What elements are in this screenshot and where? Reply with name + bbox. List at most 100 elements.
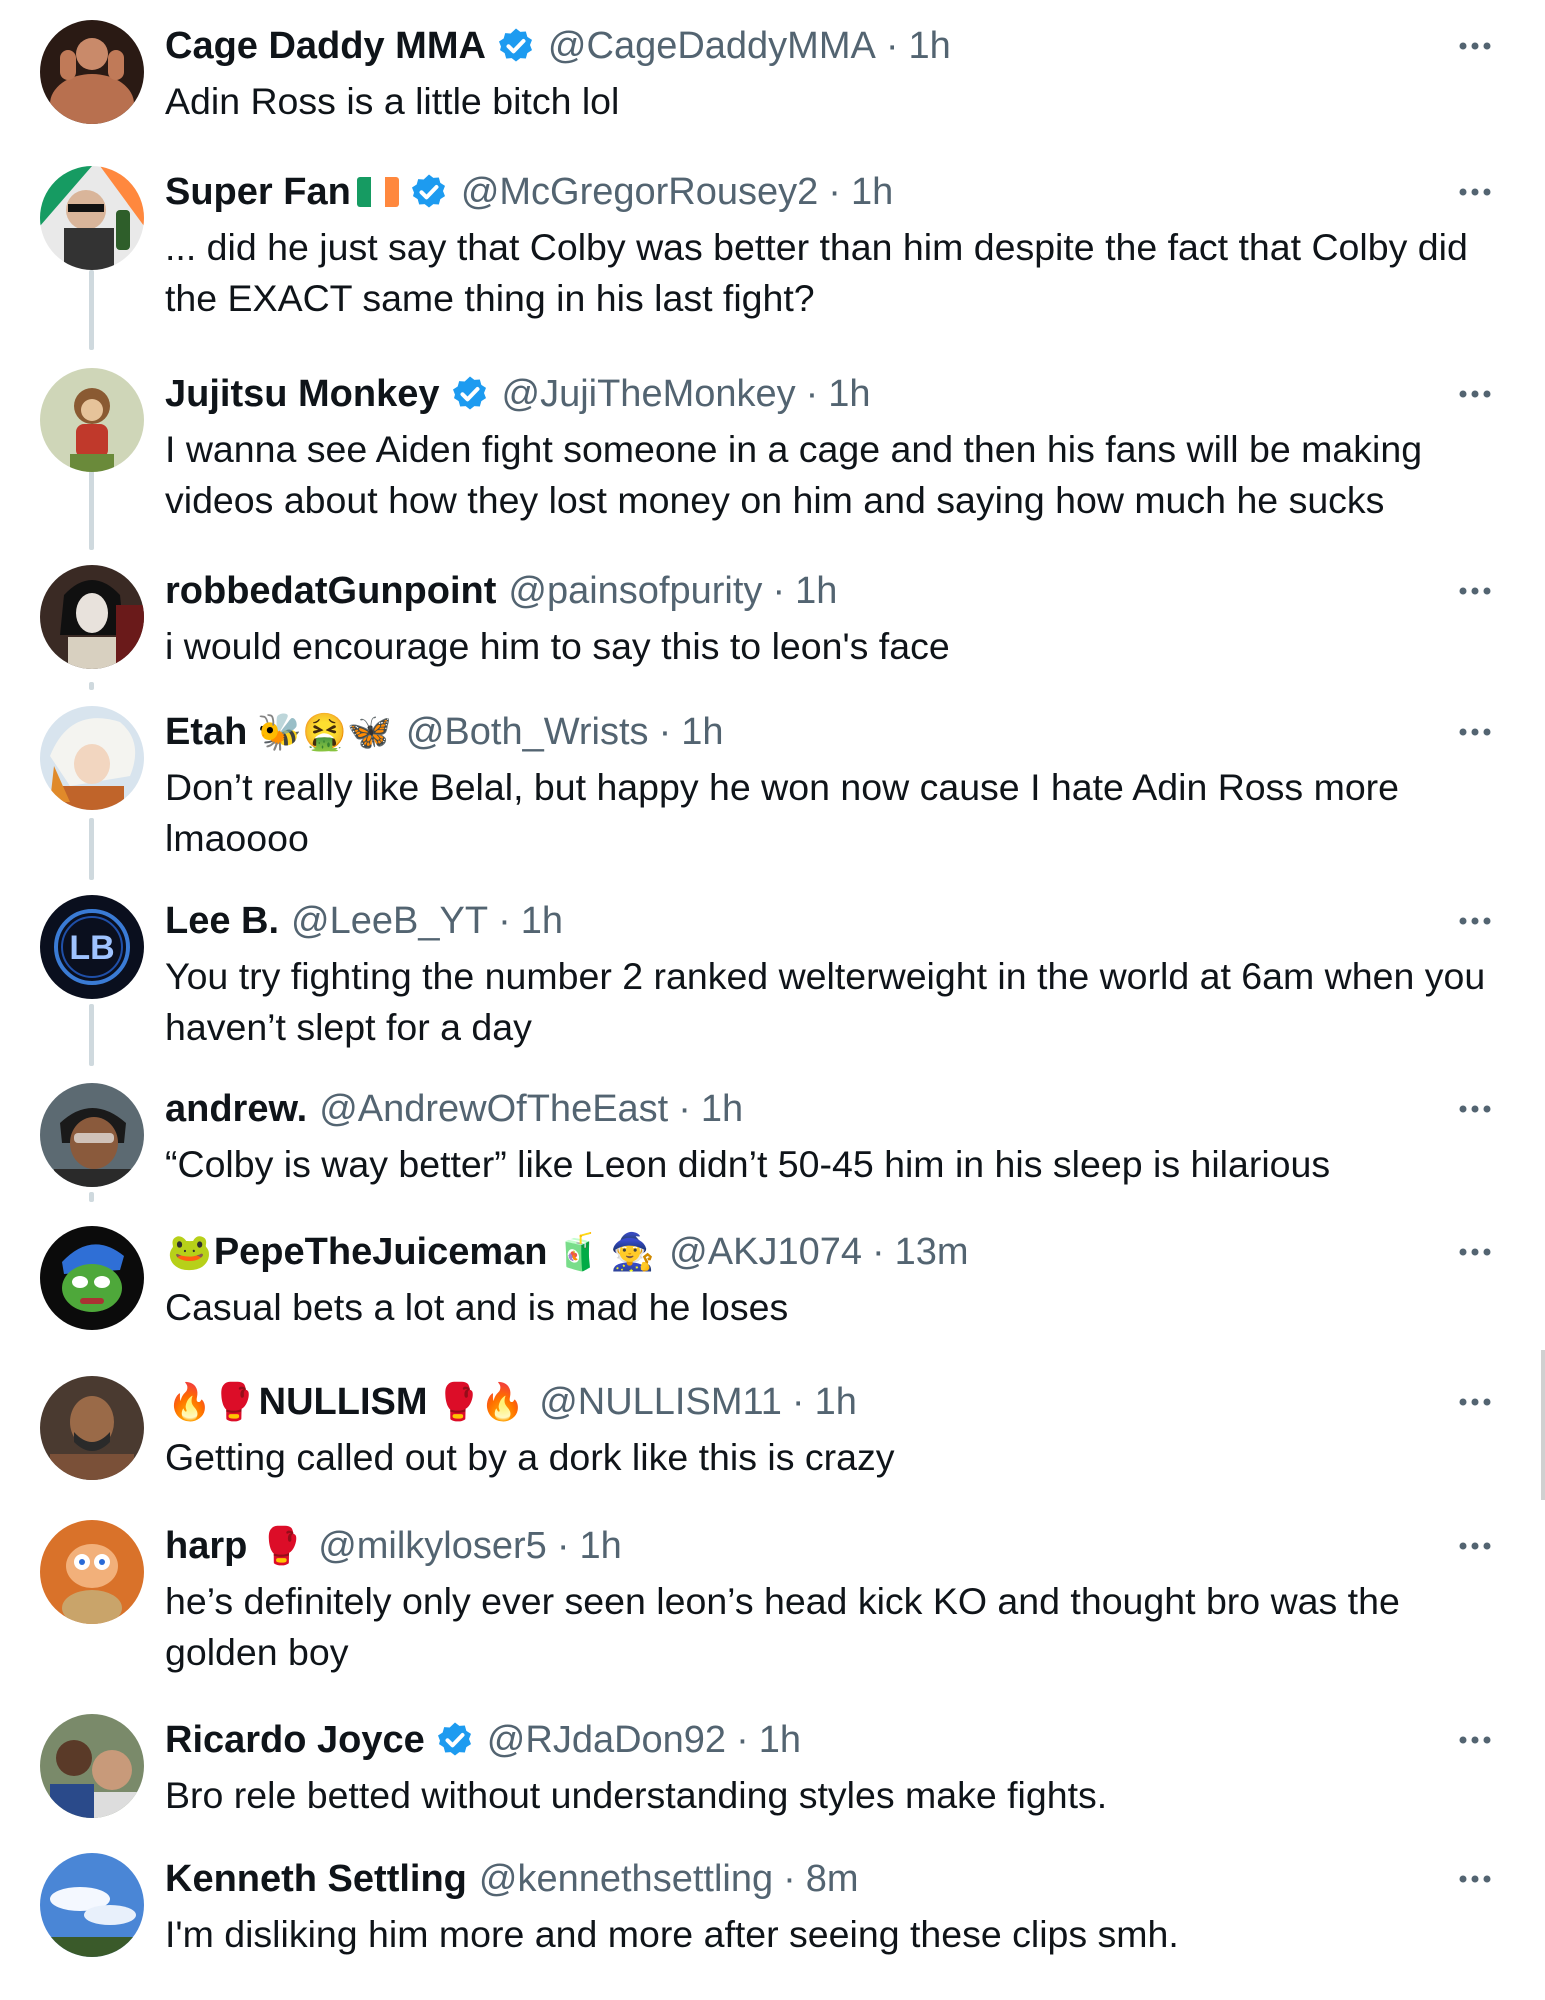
- user-handle[interactable]: @CageDaddyMMA: [548, 20, 876, 72]
- svg-text:LB: LB: [69, 929, 114, 967]
- avatar-group-selfie[interactable]: [40, 1714, 144, 1818]
- display-name[interactable]: NULLISM: [259, 1376, 428, 1428]
- reply-text: I wanna see Aiden fight someone in a cag…: [165, 428, 1423, 521]
- reply-text: Adin Ross is a little bitch lol: [165, 80, 620, 122]
- timestamp[interactable]: 13m: [895, 1226, 969, 1278]
- separator-dot: ·: [828, 171, 841, 213]
- avatar-goth-portrait[interactable]: [40, 565, 144, 669]
- more-horizontal-icon[interactable]: [1455, 1859, 1495, 1899]
- reply-text: i would encourage him to say this to leo…: [165, 625, 950, 667]
- display-name[interactable]: harp: [165, 1520, 247, 1572]
- timestamp[interactable]: 1h: [851, 166, 893, 218]
- display-name[interactable]: Cage Daddy MMA: [165, 20, 486, 72]
- timestamp[interactable]: 1h: [909, 20, 951, 72]
- reply-text: I'm disliking him more and more after se…: [165, 1913, 1179, 1955]
- user-handle[interactable]: @McGregorRousey2: [461, 166, 818, 218]
- avatar-man-glasses[interactable]: [40, 1083, 144, 1187]
- avatar-lb-logo[interactable]: LB: [40, 895, 144, 999]
- reply-text: You try fighting the number 2 ranked wel…: [165, 955, 1486, 1048]
- separator-dot: ·: [871, 1231, 885, 1273]
- avatar-bodybuilder[interactable]: [40, 20, 144, 124]
- display-name[interactable]: PepeTheJuiceman: [214, 1226, 548, 1278]
- thread-line: [89, 270, 94, 350]
- thread-line: [89, 1192, 94, 1202]
- more-horizontal-icon[interactable]: [1455, 712, 1495, 752]
- user-handle[interactable]: @LeeB_YT: [291, 895, 488, 947]
- timestamp[interactable]: 1h: [701, 1083, 743, 1135]
- name-emoji: 🐸: [167, 1231, 212, 1272]
- display-name[interactable]: Lee B.: [165, 895, 279, 947]
- avatar-monkey[interactable]: [40, 368, 144, 472]
- name-emoji: 🧃 🧙: [555, 1231, 656, 1272]
- user-handle[interactable]: @JujiTheMonkey: [502, 368, 796, 420]
- user-handle[interactable]: @painsofpurity: [508, 565, 762, 617]
- verified-badge-icon: [435, 1720, 475, 1760]
- more-horizontal-icon[interactable]: [1455, 571, 1495, 611]
- avatar-cartoon[interactable]: [40, 1520, 144, 1624]
- more-horizontal-icon[interactable]: [1455, 1720, 1495, 1760]
- user-handle[interactable]: @kennethsettling: [479, 1853, 773, 1905]
- separator-dot: ·: [556, 1525, 570, 1567]
- display-name[interactable]: robbedatGunpoint: [165, 565, 496, 617]
- avatar-pepe-frog[interactable]: [40, 1226, 144, 1330]
- display-name[interactable]: andrew.: [165, 1083, 307, 1135]
- reply-feed: Cage Daddy MMA @CageDaddyMMA · 1h Adin R…: [0, 0, 1545, 2000]
- separator-dot: ·: [498, 900, 511, 942]
- separator-dot: ·: [805, 373, 819, 415]
- reply-text: Bro rele betted without understanding st…: [165, 1774, 1108, 1816]
- more-horizontal-icon[interactable]: [1455, 1382, 1495, 1422]
- separator-dot: ·: [772, 570, 786, 612]
- thread-line: [89, 470, 94, 550]
- verified-badge-icon: [450, 374, 490, 414]
- reply-text: ... did he just say that Colby was bette…: [165, 226, 1468, 319]
- timestamp[interactable]: 1h: [681, 706, 723, 758]
- timestamp[interactable]: 1h: [579, 1520, 621, 1572]
- separator-dot: ·: [658, 711, 672, 753]
- more-horizontal-icon[interactable]: [1455, 901, 1495, 941]
- more-horizontal-icon[interactable]: [1455, 1089, 1495, 1129]
- separator-dot: ·: [783, 1858, 796, 1900]
- timestamp[interactable]: 1h: [759, 1714, 801, 1766]
- more-horizontal-icon[interactable]: [1455, 172, 1495, 212]
- reply-text: Don’t really like Belal, but happy he wo…: [165, 766, 1400, 859]
- thread-line: [89, 682, 94, 690]
- verified-badge-icon: [496, 26, 536, 66]
- avatar-sky[interactable]: [40, 1853, 144, 1957]
- display-name[interactable]: Etah: [165, 706, 247, 758]
- user-handle[interactable]: @NULLISM11: [539, 1376, 782, 1428]
- reply-text: “Colby is way better” like Leon didn’t 5…: [165, 1143, 1331, 1185]
- thread-line: [89, 818, 94, 880]
- timestamp[interactable]: 1h: [828, 368, 870, 420]
- avatar-anime-character[interactable]: [40, 706, 144, 810]
- scrollbar[interactable]: [1541, 1350, 1545, 1500]
- display-name[interactable]: Ricardo Joyce: [165, 1714, 425, 1766]
- name-emoji: 🥊: [259, 1525, 305, 1566]
- reply-text: Casual bets a lot and is mad he loses: [165, 1286, 789, 1328]
- name-emoji: 🐝🤮🦋: [257, 711, 392, 752]
- more-horizontal-icon[interactable]: [1455, 26, 1495, 66]
- separator-dot: ·: [736, 1719, 749, 1761]
- user-handle[interactable]: @AndrewOfTheEast: [319, 1083, 668, 1135]
- separator-dot: ·: [885, 25, 899, 67]
- timestamp[interactable]: 1h: [795, 565, 837, 617]
- user-handle[interactable]: @RJdaDon92: [487, 1714, 726, 1766]
- display-name[interactable]: Super Fan: [165, 166, 351, 218]
- timestamp[interactable]: 1h: [815, 1376, 857, 1428]
- timestamp[interactable]: 8m: [806, 1853, 859, 1905]
- thread-line: [89, 1004, 94, 1066]
- display-name[interactable]: Jujitsu Monkey: [165, 368, 440, 420]
- avatar-fighter[interactable]: [40, 1376, 144, 1480]
- separator-dot: ·: [791, 1381, 805, 1423]
- user-handle[interactable]: @milkyloser5: [318, 1520, 547, 1572]
- name-emoji: 🥊🔥: [435, 1381, 526, 1422]
- reply-text: Getting called out by a dork like this i…: [165, 1436, 895, 1478]
- user-handle[interactable]: @Both_Wrists: [406, 706, 649, 758]
- more-horizontal-icon[interactable]: [1455, 1232, 1495, 1272]
- display-name[interactable]: Kenneth Settling: [165, 1853, 467, 1905]
- more-horizontal-icon[interactable]: [1455, 374, 1495, 414]
- separator-dot: ·: [678, 1088, 691, 1130]
- avatar-sunglasses-man[interactable]: [40, 166, 144, 270]
- more-horizontal-icon[interactable]: [1455, 1526, 1495, 1566]
- timestamp[interactable]: 1h: [521, 895, 563, 947]
- user-handle[interactable]: @AKJ1074: [669, 1226, 862, 1278]
